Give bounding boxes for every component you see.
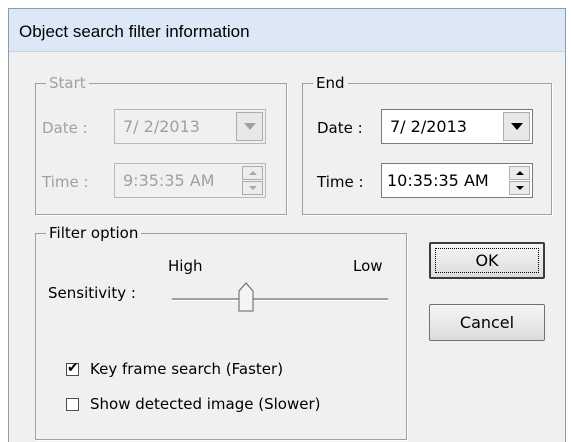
dialog-client: Start Date : 7/ 2/2013 Time : 9:35:35 AM…	[9, 52, 565, 442]
slider-track	[172, 298, 388, 301]
end-time-spinner[interactable]	[509, 166, 530, 195]
check-icon: ✔	[67, 360, 79, 376]
end-date-value: 7/ 2/2013	[390, 117, 467, 136]
arrow-down-icon	[248, 186, 257, 190]
key-frame-label: Key frame search (Faster)	[90, 360, 284, 378]
end-group-title: End	[313, 74, 348, 92]
cancel-button[interactable]: Cancel	[429, 304, 545, 341]
arrow-up-icon	[248, 171, 257, 175]
start-group-title: Start	[46, 74, 89, 92]
title-bar[interactable]: Object search filter information	[9, 9, 565, 52]
sensitivity-slider[interactable]	[172, 280, 388, 314]
show-detected-label: Show detected image (Slower)	[90, 395, 321, 413]
end-date-label: Date :	[317, 119, 363, 137]
sensitivity-high-label: High	[168, 257, 203, 275]
dialog-title: Object search filter information	[19, 22, 250, 41]
start-time-down-button[interactable]	[242, 181, 263, 195]
start-time-picker[interactable]: 9:35:35 AM	[114, 163, 266, 198]
cancel-button-label: Cancel	[459, 313, 515, 332]
sensitivity-low-label: Low	[353, 257, 383, 275]
start-date-value: 7/ 2/2013	[123, 117, 200, 136]
start-time-label: Time :	[42, 173, 89, 191]
focus-ring	[435, 248, 539, 273]
start-time-value: 9:35:35 AM	[123, 171, 215, 190]
start-time-up-button[interactable]	[242, 166, 263, 180]
filter-option-group: Filter option High Low Sensitivity : ✔ K…	[35, 224, 407, 440]
end-time-label: Time :	[317, 173, 364, 191]
start-group: Start Date : 7/ 2/2013 Time : 9:35:35 AM	[35, 74, 287, 215]
slider-thumb[interactable]	[238, 282, 254, 312]
end-date-picker[interactable]: 7/ 2/2013	[381, 109, 533, 144]
arrow-up-icon	[515, 171, 524, 175]
show-detected-checkbox[interactable]	[66, 398, 79, 411]
sensitivity-label: Sensitivity :	[48, 284, 136, 302]
end-time-up-button[interactable]	[509, 166, 530, 180]
start-date-dropdown-button[interactable]	[236, 112, 263, 141]
end-time-value: 10:35:35 AM	[387, 171, 489, 190]
start-date-picker[interactable]: 7/ 2/2013	[114, 109, 266, 144]
end-time-picker[interactable]: 10:35:35 AM	[381, 163, 533, 198]
arrow-down-icon	[515, 186, 524, 190]
end-group: End Date : 7/ 2/2013 Time : 10:35:35 AM	[302, 74, 552, 215]
ok-button[interactable]: OK	[429, 242, 545, 279]
start-time-spinner[interactable]	[242, 166, 263, 195]
dialog-window: Object search filter information Start D…	[8, 8, 566, 442]
end-date-dropdown-button[interactable]	[503, 112, 530, 141]
filter-option-title: Filter option	[46, 224, 142, 242]
end-time-down-button[interactable]	[509, 181, 530, 195]
chevron-down-icon	[243, 123, 256, 130]
start-date-label: Date :	[42, 119, 88, 137]
key-frame-checkbox[interactable]: ✔	[66, 360, 79, 376]
chevron-down-icon	[510, 123, 523, 130]
